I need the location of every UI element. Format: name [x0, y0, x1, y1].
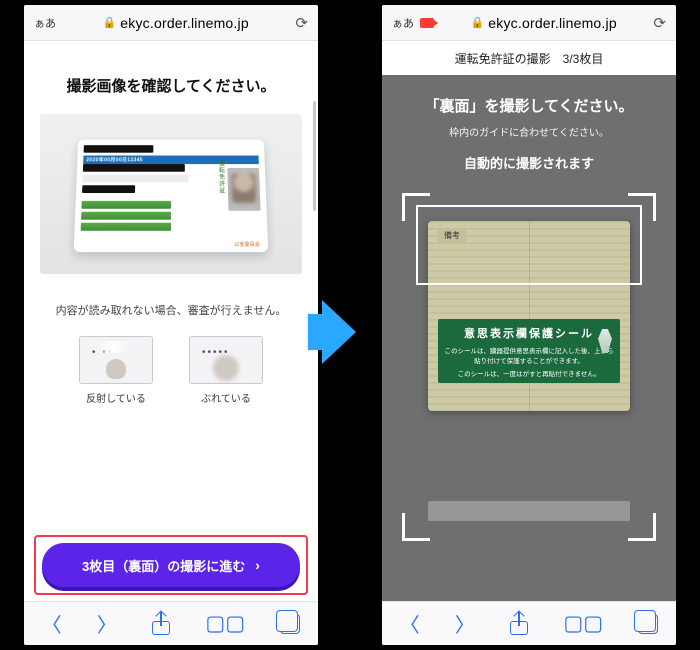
- lock-icon: 🔒: [471, 16, 485, 29]
- transition-arrow-icon: [322, 300, 356, 364]
- url-text: ekyc.order.linemo.jp: [488, 15, 617, 31]
- lock-icon: 🔒: [103, 16, 117, 29]
- confirm-screen: 撮影画像を確認してください。 2020年00月00日12345 運転免許証 公安…: [24, 41, 318, 601]
- url-display[interactable]: 🔒 ekyc.order.linemo.jp: [62, 15, 289, 31]
- license-side-label: 運転免許証: [216, 160, 226, 194]
- back-icon[interactable]: 〈: [42, 609, 62, 638]
- license-stamp: 公安委員会: [234, 240, 260, 247]
- camera-heading: 「裏面」を撮影してください。: [382, 75, 676, 124]
- address-bar: ぁあ 🔒 ekyc.order.linemo.jp ⟳: [382, 5, 676, 41]
- camera-screen: 運転免許証の撮影 3/3枚目 「裏面」を撮影してください。 枠内のガイドに合わせ…: [382, 41, 676, 601]
- confirm-heading: 撮影画像を確認してください。: [40, 41, 302, 114]
- step-header: 運転免許証の撮影 3/3枚目: [382, 41, 676, 75]
- step-count: 3/3枚目: [563, 50, 604, 67]
- phone-right: ぁあ 🔒 ekyc.order.linemo.jp ⟳ 運転免許証の撮影 3/3…: [382, 5, 676, 645]
- address-bar: ぁあ 🔒 ekyc.order.linemo.jp ⟳: [24, 5, 318, 41]
- example-glare: • •• 反射している: [79, 336, 153, 405]
- reader-button[interactable]: ぁあ: [392, 15, 414, 31]
- safari-toolbar: 〈 〉 ▢▢: [24, 601, 318, 645]
- share-icon[interactable]: [510, 613, 528, 635]
- url-display[interactable]: 🔒 ekyc.order.linemo.jp: [440, 15, 647, 31]
- chevron-right-icon: ›: [255, 557, 260, 573]
- captured-photo: 2020年00月00日12345 運転免許証 公安委員会: [40, 114, 302, 274]
- recording-indicator-icon: [420, 18, 434, 28]
- ghost-overlay: [428, 501, 630, 521]
- camera-frame: 備考 意思表示欄保護シール このシールは、臓器提供意思表示欄に記入した後、上から…: [402, 193, 656, 541]
- frame-corner-icon: [402, 513, 430, 541]
- cta-highlight: 3枚目（裏面）の撮影に進む ›: [34, 535, 308, 595]
- tabs-icon[interactable]: [280, 614, 300, 634]
- step-label: 運転免許証の撮影: [455, 50, 551, 67]
- proceed-label: 3枚目（裏面）の撮影に進む: [82, 556, 245, 575]
- bad-examples: • •• 反射している ••••• ぶれている: [40, 336, 302, 405]
- scroll-indicator: [313, 101, 316, 211]
- back-icon[interactable]: 〈: [400, 609, 420, 638]
- proceed-button[interactable]: 3枚目（裏面）の撮影に進む ›: [42, 543, 300, 587]
- license-number: 2020年00月00日12345: [83, 155, 259, 164]
- reader-button[interactable]: ぁあ: [34, 15, 56, 31]
- seal-line1: このシールは、臓器提供意思表示欄に記入した後、上から貼り付けて保護することができ…: [444, 345, 614, 365]
- alignment-guide: [416, 205, 642, 285]
- reload-icon[interactable]: ⟳: [653, 14, 666, 32]
- phone-left: ぁあ 🔒 ekyc.order.linemo.jp ⟳ 撮影画像を確認してくださ…: [24, 5, 318, 645]
- safari-toolbar: 〈 〉 ▢▢: [382, 601, 676, 645]
- license-photo-blur: [231, 173, 256, 202]
- camera-viewfinder: 「裏面」を撮影してください。 枠内のガイドに合わせてください。 自動的に撮影され…: [382, 75, 676, 601]
- seal-title: 意思表示欄保護シール: [444, 325, 614, 341]
- forward-icon[interactable]: 〉: [455, 609, 475, 638]
- share-icon[interactable]: [152, 613, 170, 635]
- reload-icon[interactable]: ⟳: [295, 14, 308, 32]
- camera-auto-note: 自動的に撮影されます: [382, 153, 676, 172]
- frame-corner-icon: [628, 513, 656, 541]
- frame-corner-icon: [402, 193, 430, 221]
- license-front: 2020年00月00日12345 運転免許証 公安委員会: [74, 139, 269, 252]
- camera-sub: 枠内のガイドに合わせてください。: [382, 124, 676, 139]
- bookmarks-icon[interactable]: ▢▢: [205, 611, 245, 636]
- seal-line2: このシールは、一度はがすと再貼付できません。: [444, 368, 614, 378]
- url-text: ekyc.order.linemo.jp: [120, 15, 249, 31]
- example-blur: ••••• ぶれている: [189, 336, 263, 405]
- forward-icon[interactable]: 〉: [97, 609, 117, 638]
- donor-seal: 意思表示欄保護シール このシールは、臓器提供意思表示欄に記入した後、上から貼り付…: [438, 319, 620, 383]
- frame-corner-icon: [628, 193, 656, 221]
- warning-note: 内容が読み取れない場合、審査が行えません。: [40, 302, 302, 318]
- bookmarks-icon[interactable]: ▢▢: [563, 611, 603, 636]
- tabs-icon[interactable]: [638, 614, 658, 634]
